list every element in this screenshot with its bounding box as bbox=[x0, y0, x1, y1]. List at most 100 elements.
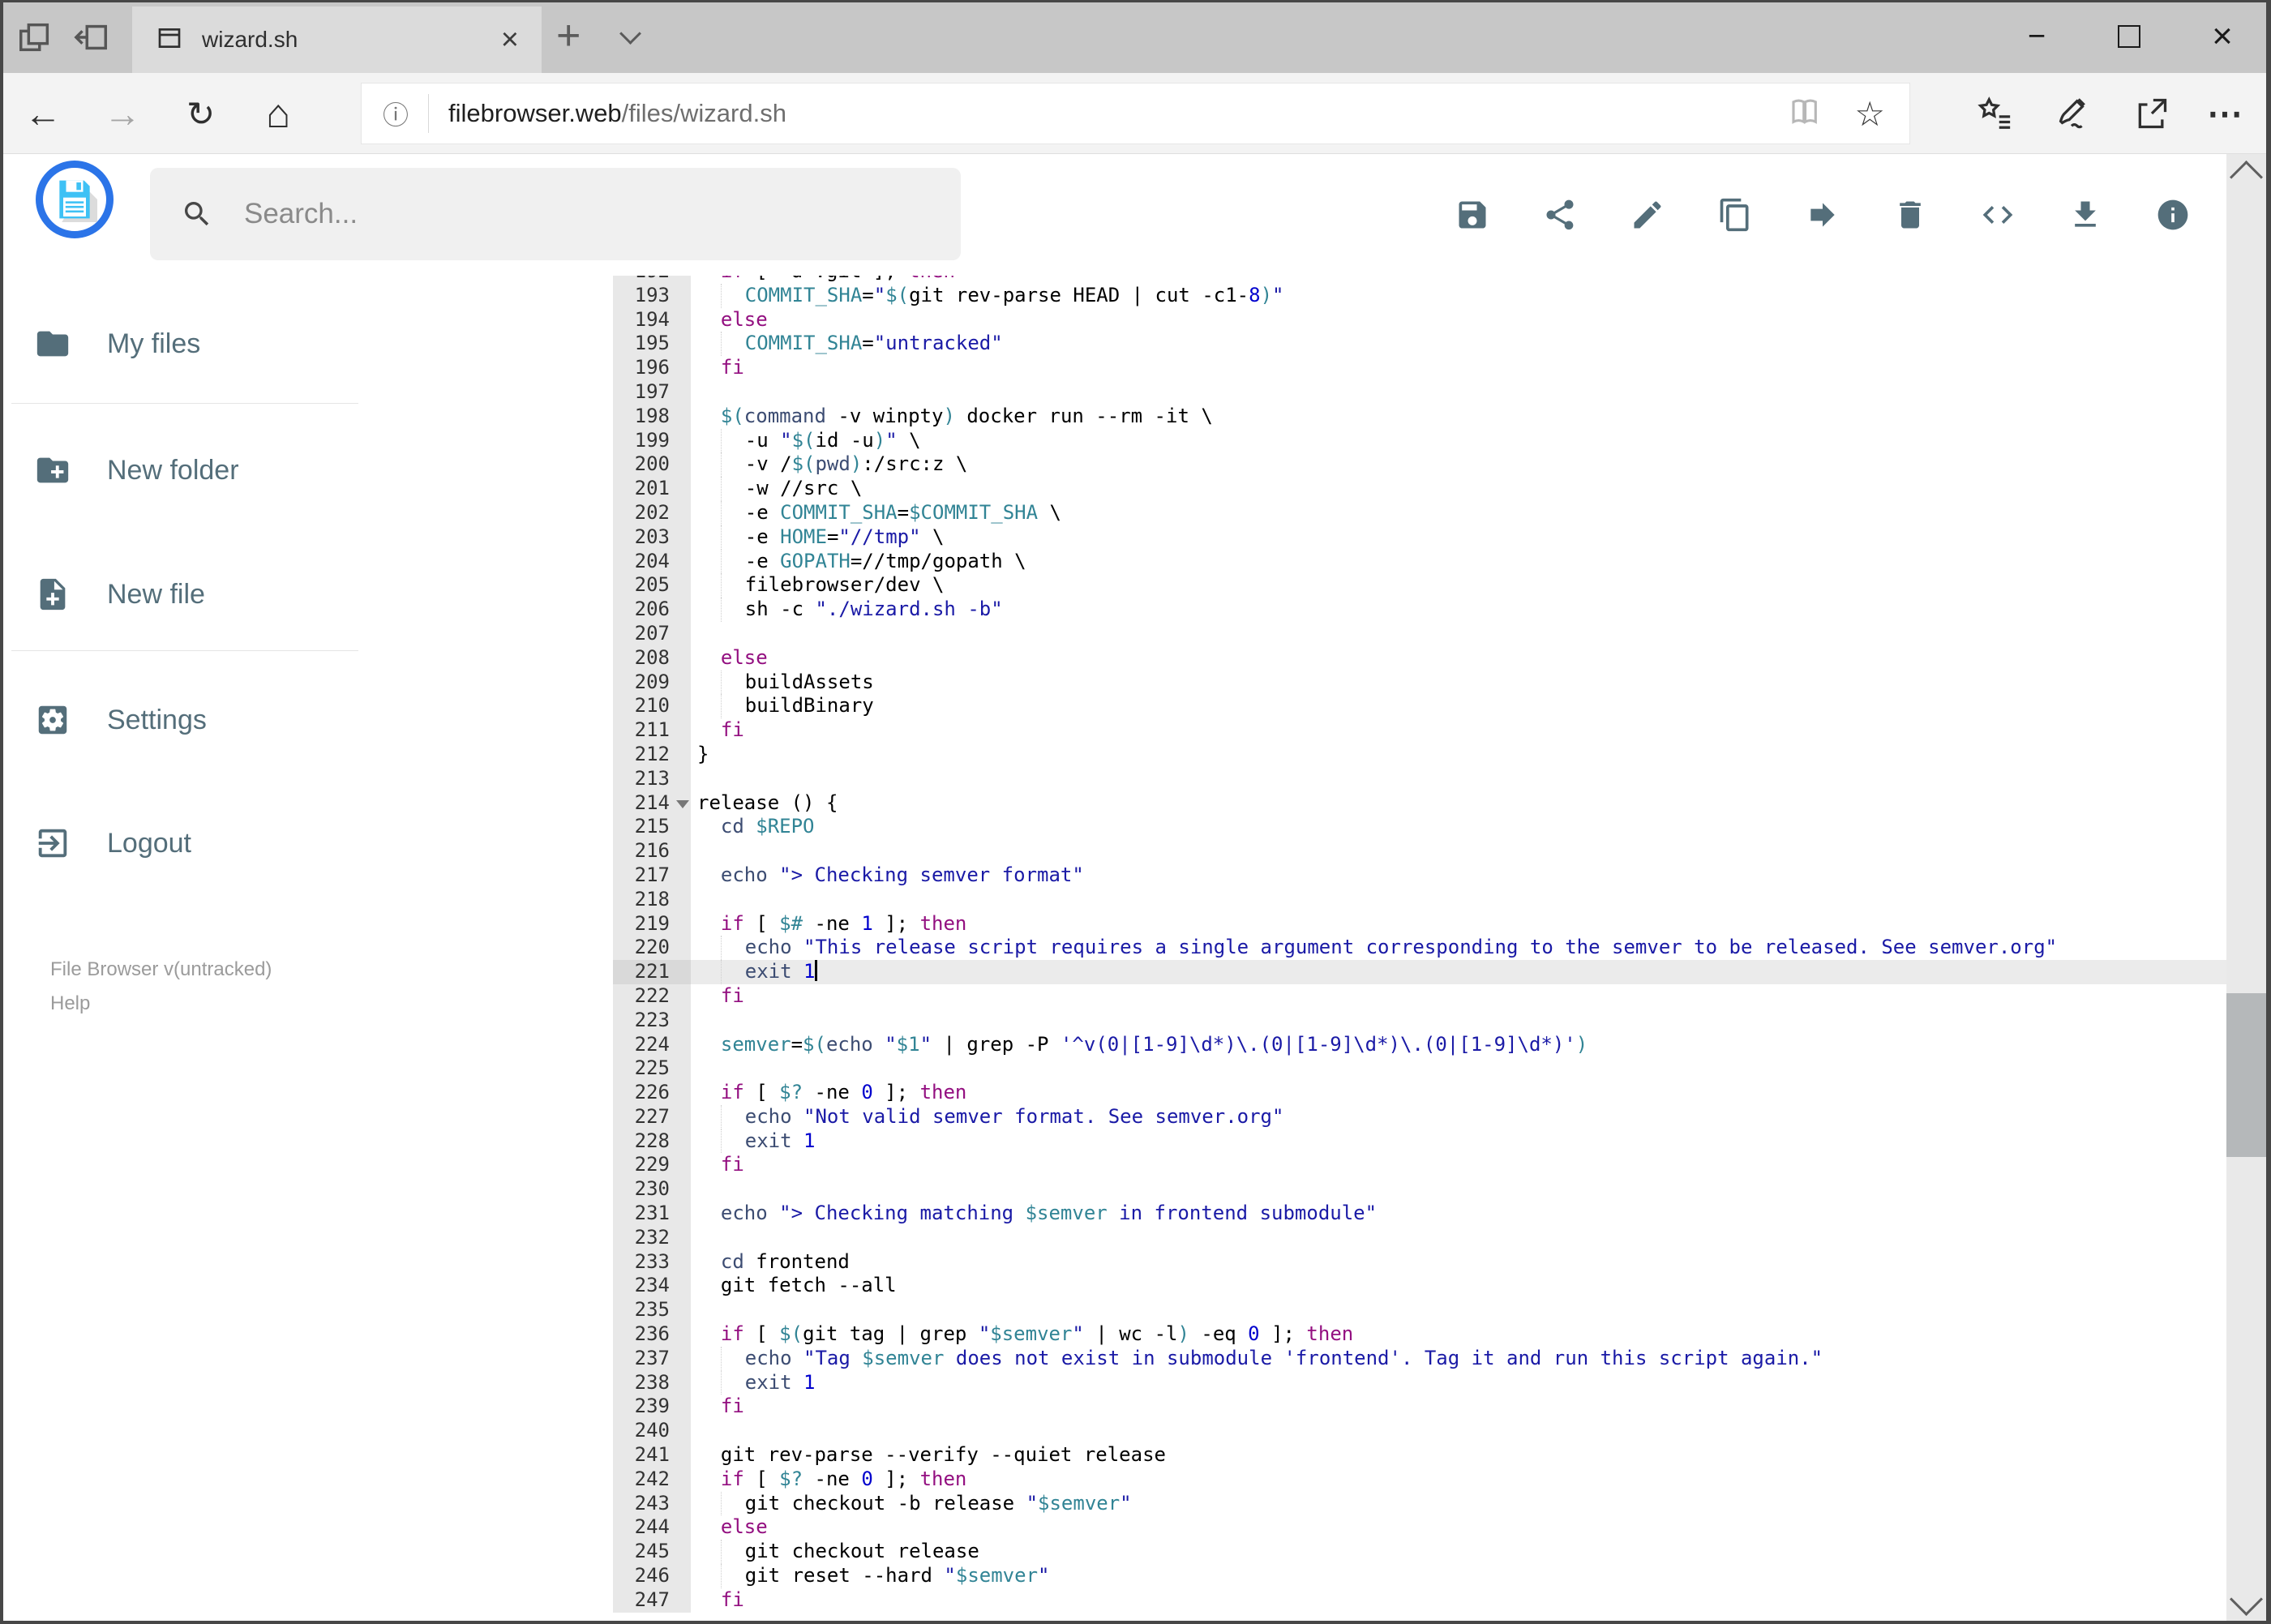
save-button[interactable] bbox=[1455, 197, 1490, 233]
window-minimize-button[interactable]: − bbox=[2008, 0, 2065, 73]
code-line[interactable] bbox=[691, 1056, 2226, 1081]
more-menu-icon[interactable]: ⋯ bbox=[2207, 73, 2243, 154]
code-line[interactable] bbox=[691, 839, 2226, 863]
code-line[interactable]: fi bbox=[691, 1588, 2226, 1613]
code-line[interactable] bbox=[691, 767, 2226, 791]
code-line[interactable] bbox=[691, 1009, 2226, 1033]
code-line[interactable]: git fetch --all bbox=[691, 1274, 2226, 1298]
code-line[interactable]: else bbox=[691, 1515, 2226, 1540]
code-line[interactable]: git checkout -b release "$semver" bbox=[691, 1491, 2226, 1516]
back-icon[interactable]: ← bbox=[24, 73, 62, 154]
download-button[interactable] bbox=[2067, 197, 2103, 233]
add-favorite-star-icon[interactable]: ☆ bbox=[1854, 94, 1885, 134]
sidebar-item-settings[interactable]: Settings bbox=[34, 699, 207, 741]
filebrowser-logo[interactable] bbox=[36, 161, 114, 238]
window-maximize-button[interactable] bbox=[2101, 0, 2157, 73]
page-scrollbar[interactable] bbox=[2226, 154, 2266, 1624]
tab-list-chevron-icon[interactable] bbox=[619, 23, 641, 45]
code-line[interactable]: buildBinary bbox=[691, 694, 2226, 719]
fold-toggle-icon[interactable] bbox=[676, 799, 689, 808]
scroll-down-icon[interactable] bbox=[2229, 1582, 2264, 1617]
sidebar-item-my-files[interactable]: My files bbox=[34, 323, 200, 365]
code-line[interactable]: -e COMMIT_SHA=$COMMIT_SHA \ bbox=[691, 500, 2226, 525]
code-line[interactable]: sh -c "./wizard.sh -b" bbox=[691, 598, 2226, 622]
code-line[interactable]: git rev-parse --verify --quiet release bbox=[691, 1443, 2226, 1468]
code-line[interactable]: -e HOME="//tmp" \ bbox=[691, 525, 2226, 550]
forward-icon[interactable]: → bbox=[104, 73, 141, 154]
code-line[interactable]: cd frontend bbox=[691, 1250, 2226, 1275]
set-tabs-aside-icon[interactable] bbox=[73, 19, 110, 56]
code-line[interactable] bbox=[691, 622, 2226, 646]
code-line[interactable] bbox=[691, 1226, 2226, 1250]
code-line[interactable]: if [ $? -ne 0 ]; then bbox=[691, 1468, 2226, 1492]
code-line[interactable]: fi bbox=[691, 984, 2226, 1009]
code-line[interactable] bbox=[691, 1298, 2226, 1322]
code-line[interactable]: if [ $# -ne 1 ]; then bbox=[691, 912, 2226, 936]
code-line[interactable]: buildAssets bbox=[691, 670, 2226, 695]
code-line[interactable]: } bbox=[691, 743, 2226, 767]
code-line[interactable]: if [ -d .git ]; then bbox=[691, 276, 2226, 284]
rename-button[interactable] bbox=[1630, 197, 1665, 233]
tab-close-icon[interactable]: × bbox=[501, 24, 519, 55]
code-line[interactable]: filebrowser/dev \ bbox=[691, 573, 2226, 598]
code-line[interactable]: fi bbox=[691, 356, 2226, 380]
code-line[interactable]: git reset --hard "$semver" bbox=[691, 1564, 2226, 1588]
code-line[interactable] bbox=[691, 380, 2226, 405]
code-line[interactable]: release () { bbox=[691, 791, 2226, 816]
code-line[interactable]: echo "> Checking matching $semver in fro… bbox=[691, 1202, 2226, 1226]
browser-tab[interactable]: wizard.sh × bbox=[132, 6, 542, 73]
delete-button[interactable] bbox=[1892, 197, 1928, 233]
code-line[interactable]: echo "This release script requires a sin… bbox=[691, 936, 2226, 961]
code-line[interactable]: if [ $(git tag | grep "$semver" | wc -l)… bbox=[691, 1322, 2226, 1347]
code-line[interactable]: else bbox=[691, 308, 2226, 332]
refresh-icon[interactable]: ↻ bbox=[186, 73, 215, 154]
sidebar-item-new-folder[interactable]: New folder bbox=[34, 449, 239, 491]
code-line[interactable]: exit 1 bbox=[691, 1370, 2226, 1395]
code-line[interactable]: git checkout release bbox=[691, 1540, 2226, 1565]
editor-code[interactable]: if [ -d .git ]; thenCOMMIT_SHA="$(git re… bbox=[691, 276, 2226, 1613]
code-line[interactable]: echo "> Checking semver format" bbox=[691, 863, 2226, 888]
code-line[interactable] bbox=[691, 888, 2226, 912]
code-line[interactable]: echo "Tag $semver does not exist in subm… bbox=[691, 1346, 2226, 1371]
info-button[interactable] bbox=[2155, 197, 2191, 233]
code-line[interactable]: $(command -v winpty) docker run --rm -it… bbox=[691, 405, 2226, 429]
code-line[interactable] bbox=[691, 1419, 2226, 1443]
tab-preview-icon[interactable] bbox=[16, 19, 54, 56]
address-bar[interactable]: ⓘ filebrowser.web/files/wizard.sh ☆ bbox=[361, 83, 1910, 144]
code-line[interactable] bbox=[691, 1177, 2226, 1202]
search-input[interactable]: Search... bbox=[150, 168, 961, 260]
sidebar-item-logout[interactable]: Logout bbox=[34, 822, 191, 864]
code-editor[interactable]: 1921931941951961971981992002012022032042… bbox=[613, 276, 2226, 1624]
code-line[interactable]: fi bbox=[691, 1153, 2226, 1177]
code-line[interactable]: -w //src \ bbox=[691, 477, 2226, 501]
code-line[interactable]: -v /$(pwd):/src:z \ bbox=[691, 452, 2226, 478]
code-line[interactable]: exit 1 bbox=[691, 960, 2226, 984]
code-view-button[interactable] bbox=[1980, 197, 2016, 233]
copy-button[interactable] bbox=[1717, 197, 1753, 233]
code-line[interactable]: semver=$(echo "$1" | grep -P '^v(0|[1-9]… bbox=[691, 1033, 2226, 1057]
window-close-button[interactable]: × bbox=[2194, 0, 2251, 73]
new-tab-button[interactable]: + bbox=[556, 11, 581, 60]
code-line[interactable]: cd $REPO bbox=[691, 815, 2226, 839]
web-notes-pen-icon[interactable] bbox=[2053, 73, 2090, 154]
code-line[interactable]: -u "$(id -u)" \ bbox=[691, 428, 2226, 453]
scrollbar-thumb[interactable] bbox=[2226, 993, 2266, 1157]
site-info-icon[interactable]: ⓘ bbox=[383, 95, 409, 132]
sidebar-item-new-file[interactable]: New file bbox=[34, 573, 205, 615]
hub-favorites-icon[interactable] bbox=[1976, 73, 2013, 154]
code-line[interactable]: fi bbox=[691, 1395, 2226, 1419]
code-line[interactable]: if [ $? -ne 0 ]; then bbox=[691, 1081, 2226, 1105]
home-icon[interactable]: ⌂ bbox=[266, 73, 290, 154]
code-line[interactable]: -e GOPATH=//tmp/gopath \ bbox=[691, 549, 2226, 574]
share-file-button[interactable] bbox=[1542, 197, 1578, 233]
code-line[interactable]: else bbox=[691, 646, 2226, 671]
scroll-up-icon[interactable] bbox=[2229, 160, 2264, 195]
help-link[interactable]: Help bbox=[50, 992, 90, 1015]
code-line[interactable]: fi bbox=[691, 718, 2226, 743]
share-icon[interactable] bbox=[2134, 73, 2170, 154]
code-line[interactable]: echo "Not valid semver format. See semve… bbox=[691, 1104, 2226, 1129]
move-button[interactable] bbox=[1805, 197, 1840, 233]
code-line[interactable]: COMMIT_SHA="untracked" bbox=[691, 332, 2226, 357]
code-line[interactable]: COMMIT_SHA="$(git rev-parse HEAD | cut -… bbox=[691, 283, 2226, 308]
code-line[interactable]: exit 1 bbox=[691, 1129, 2226, 1154]
